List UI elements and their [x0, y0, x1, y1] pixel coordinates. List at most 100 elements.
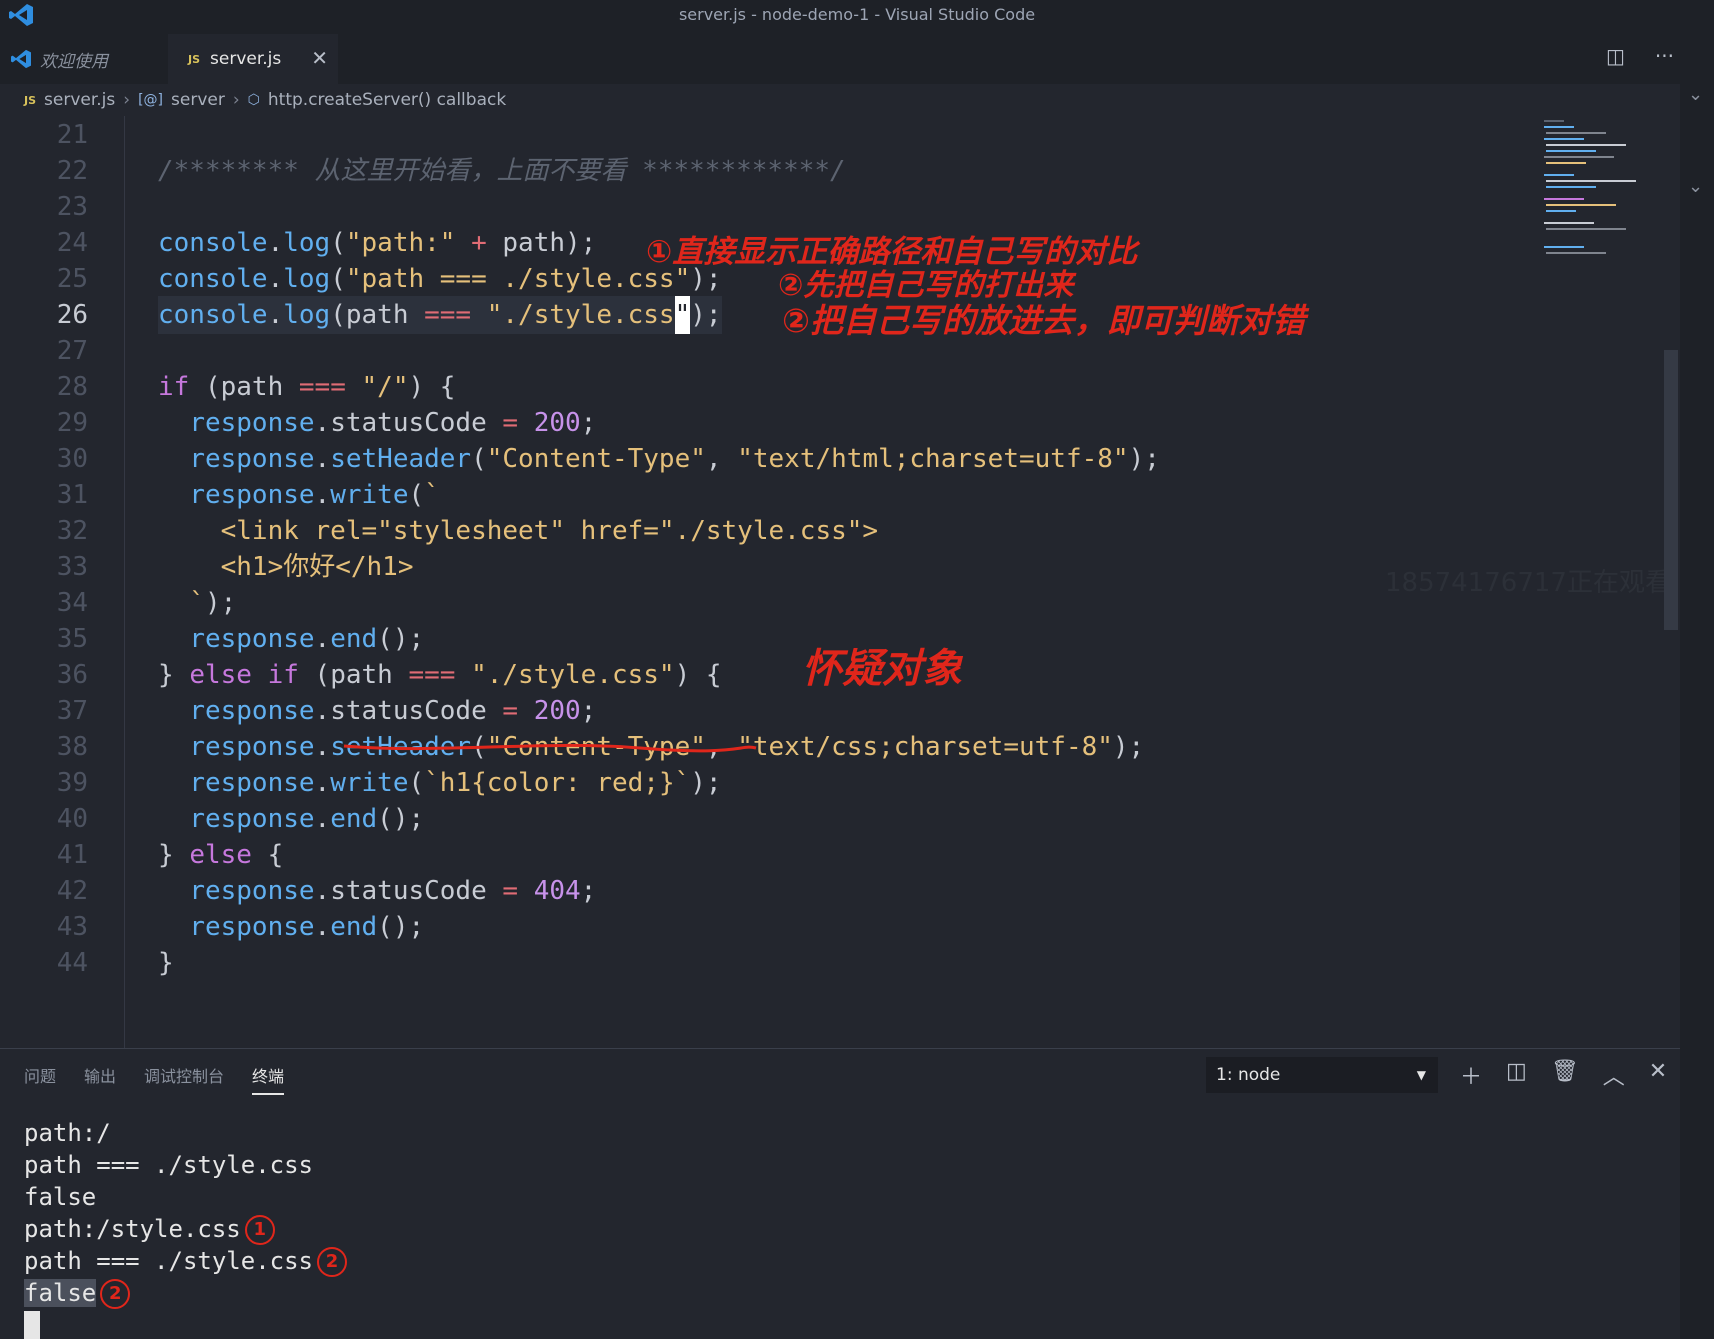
tab-server-js[interactable]: JS server.js ✕ [168, 34, 338, 84]
circle-mark: 2 [316, 1247, 347, 1277]
tab-output[interactable]: 输出 [84, 1063, 116, 1095]
line-number: 41 [56, 840, 88, 870]
code-line-36: } else if (path === "./style.css") { [158, 660, 722, 690]
code-line-35: response.end(); [189, 624, 425, 654]
terminal-line: path === ./style.css [24, 1151, 313, 1179]
line-number: 43 [56, 912, 88, 942]
line-number: 34 [56, 588, 88, 618]
line-number: 32 [56, 516, 88, 546]
terminal-line: false 2 [24, 1277, 347, 1309]
line-number: 40 [56, 804, 88, 834]
chevron-down-icon[interactable]: ⌄ [1688, 84, 1703, 105]
code-line-33: <h1>你好</h1> [158, 552, 414, 582]
line-number: 42 [56, 876, 88, 906]
terminal-line: path:/ [24, 1119, 111, 1147]
line-number: 37 [56, 696, 88, 726]
terminal-line: path === ./style.css 2 [24, 1245, 347, 1277]
js-file-icon: JS [24, 93, 37, 107]
split-terminal-icon[interactable]: ◫ [1506, 1059, 1527, 1091]
line-number: 44 [56, 948, 88, 978]
indent-guide [124, 116, 125, 1048]
split-editor-icon[interactable]: ◫ [1606, 44, 1625, 68]
editor-scrollbar[interactable] [1664, 350, 1678, 630]
window-title: server.js - node-demo-1 - Visual Studio … [678, 5, 1036, 24]
line-number: 21 [56, 120, 88, 150]
close-panel-icon[interactable]: ✕ [1649, 1059, 1667, 1091]
bottom-panel: 问题 输出 调试控制台 终端 1: node ▼ ＋ ◫ 🗑 ︿ ✕ path:… [0, 1048, 1680, 1339]
chevron-down-icon[interactable]: ⌄ [1688, 176, 1703, 197]
code-line-30: response.setHeader("Content-Type", "text… [189, 444, 1160, 474]
line-number: 27 [56, 336, 88, 366]
line-number: 22 [56, 156, 88, 186]
code-line-29: response.statusCode = 200; [189, 408, 597, 438]
add-terminal-icon[interactable]: ＋ [1460, 1059, 1482, 1091]
annotation-suspect: 怀疑对象 [802, 646, 962, 692]
line-number: 23 [56, 192, 88, 222]
code-line-41: } else { [158, 840, 284, 870]
breadcrumb-symbol[interactable]: server [171, 90, 225, 110]
code-line-39: response.write(`h1{color: red;}`); [189, 768, 722, 798]
close-icon[interactable]: ✕ [311, 46, 328, 70]
maximize-panel-icon[interactable]: ︿ [1603, 1059, 1625, 1091]
chevron-right-icon: › [123, 90, 131, 110]
code-line-32: <link rel="stylesheet" href="./style.css… [158, 516, 879, 546]
code-line-34: `); [158, 588, 237, 618]
terminal-output[interactable]: path:/ path === ./style.css false path:/… [24, 1117, 347, 1309]
breadcrumb-file[interactable]: server.js [44, 90, 115, 110]
dropdown-caret-icon: ▼ [1416, 1068, 1426, 1082]
line-number: 33 [56, 552, 88, 582]
code-line-26: console.log(path === "./style.css"); [158, 296, 722, 334]
right-side-rail: ⌄ ⌄ [1680, 84, 1714, 1339]
line-number: 36 [56, 660, 88, 690]
breadcrumb: JS server.js › [@] server › ⬡ http.creat… [0, 84, 1714, 116]
circle-mark: 2 [100, 1279, 131, 1309]
tab-server-js-label: server.js [210, 49, 282, 69]
terminal-selector-value: 1: node [1216, 1065, 1281, 1085]
code-line-43: response.end(); [189, 912, 425, 942]
line-number: 29 [56, 408, 88, 438]
terminal-line: false [24, 1183, 97, 1211]
code-editor[interactable]: 21 22 23 24 25 26 27 28 29 30 31 32 33 3… [0, 116, 1680, 1048]
code-line-42: response.statusCode = 404; [189, 876, 597, 906]
line-number: 31 [56, 480, 88, 510]
vscode-small-icon [11, 49, 31, 69]
tab-debug-console[interactable]: 调试控制台 [144, 1063, 224, 1095]
cube-icon: ⬡ [247, 92, 260, 108]
code-line-44: } [158, 948, 174, 978]
tab-terminal[interactable]: 终端 [252, 1063, 285, 1095]
line-number: 30 [56, 444, 88, 474]
code-line-25: console.log("path === ./style.css"); [158, 264, 722, 294]
chevron-right-icon: › [232, 90, 240, 110]
viewer-watermark: 18574176717正在观看 [1385, 568, 1671, 598]
tab-welcome-label: 欢迎使用 [40, 51, 108, 72]
code-line-31: response.write(` [189, 480, 440, 510]
line-number: 24 [56, 228, 88, 258]
minimap[interactable] [1540, 116, 1650, 276]
annotation-put-in: ②把自己写的放进去，即可判断对错 [782, 301, 1305, 340]
variable-icon: [@] [138, 92, 164, 108]
panel-actions: ＋ ◫ 🗑 ︿ ✕ [1460, 1059, 1667, 1091]
trash-icon[interactable]: 🗑 [1551, 1059, 1579, 1091]
js-file-icon: JS [188, 52, 201, 66]
circle-mark: 1 [244, 1215, 275, 1245]
code-line-37: response.statusCode = 200; [189, 696, 597, 726]
tab-welcome[interactable]: 欢迎使用 [0, 34, 166, 84]
code-line-22: /******** 从这里开始看，上面不要看 ************/ [158, 156, 846, 186]
line-number-gutter: 21 22 23 24 25 26 27 28 29 30 31 32 33 3… [0, 116, 110, 1048]
code-line-24: console.log("path:" + path); [158, 228, 597, 258]
line-number: 38 [56, 732, 88, 762]
terminal-selector[interactable]: 1: node ▼ [1206, 1057, 1438, 1093]
line-number: 35 [56, 624, 88, 654]
line-number: 25 [56, 264, 88, 294]
editor-actions: ◫ ··· [1606, 44, 1674, 68]
line-number: 39 [56, 768, 88, 798]
code-line-40: response.end(); [189, 804, 425, 834]
line-number-current: 26 [56, 300, 88, 330]
more-actions-icon[interactable]: ··· [1655, 44, 1674, 68]
tab-problems[interactable]: 问题 [24, 1063, 56, 1095]
terminal-line: path:/style.css 1 [24, 1213, 347, 1245]
code-line-28: if (path === "/") { [158, 372, 456, 402]
breadcrumb-callback[interactable]: http.createServer() callback [268, 90, 506, 110]
underline-annotation [343, 743, 757, 753]
tab-bar: 欢迎使用 JS server.js ✕ ◫ ··· [0, 30, 1714, 84]
